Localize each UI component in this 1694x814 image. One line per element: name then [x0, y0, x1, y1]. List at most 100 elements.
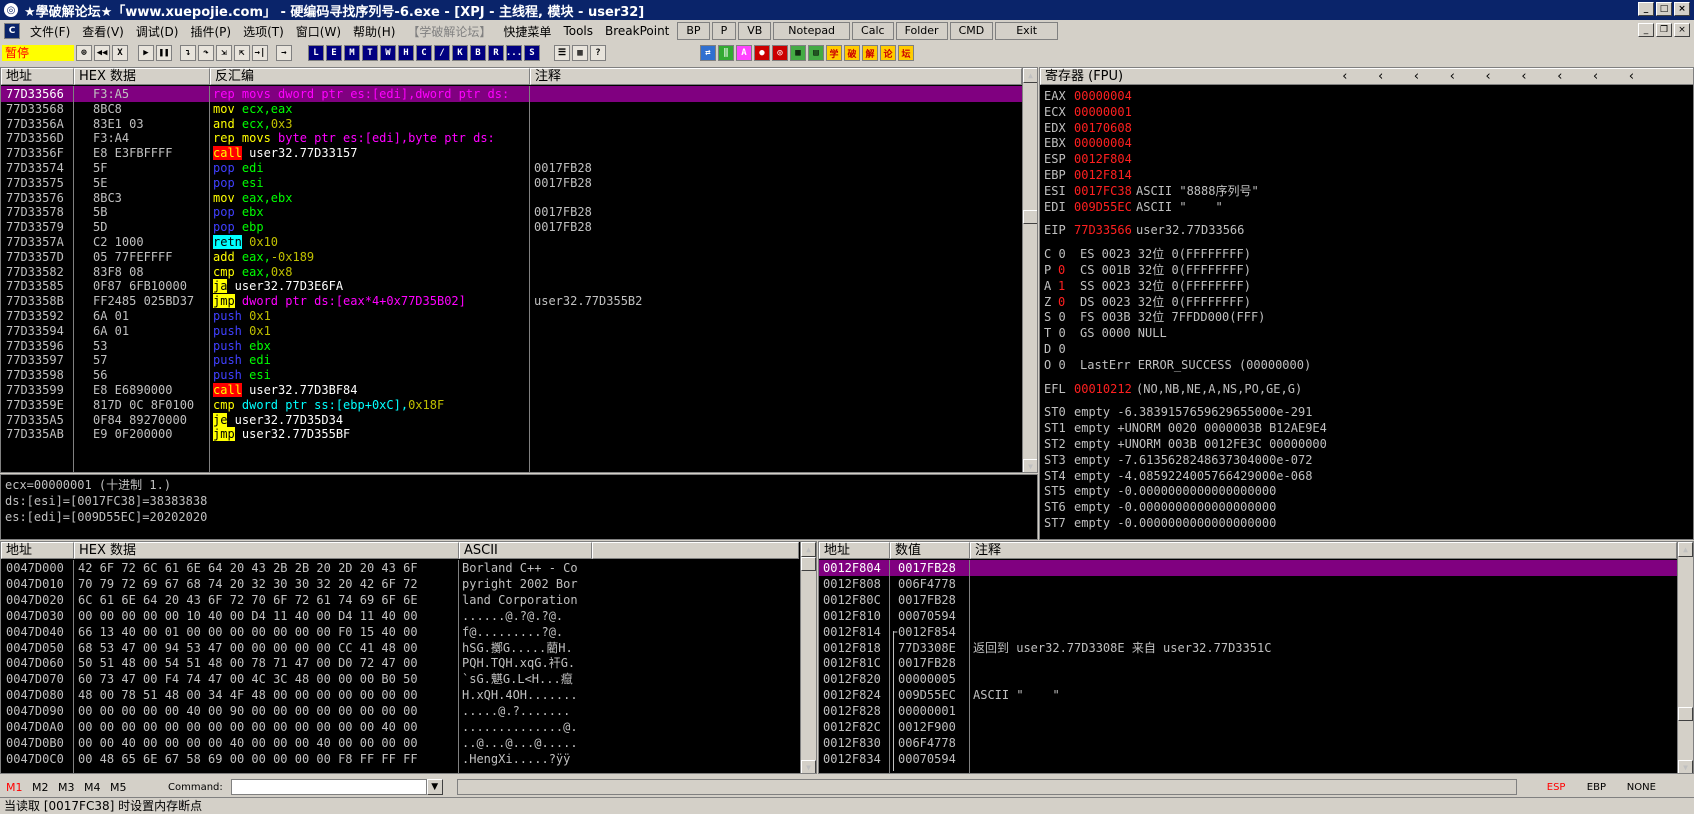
- threads-button[interactable]: T: [362, 45, 378, 61]
- stack-pane[interactable]: 地址 数值 注释 0012F804 0017FB28 0012F808 006F477…: [818, 541, 1694, 774]
- register-row[interactable]: ST1 empty +UNORM 0020 0000003B B12AE9E4: [1040, 421, 1693, 436]
- scroll-down-icon[interactable]: ▼: [1023, 459, 1037, 472]
- disasm-row[interactable]: 77D33578 5B pop ebx 0017FB28: [1, 204, 1022, 220]
- register-row[interactable]: ST4 empty -4.0859224005766429000e-068: [1040, 469, 1693, 484]
- goto-icon[interactable]: →: [276, 45, 292, 61]
- command-input[interactable]: [230, 779, 427, 795]
- dump-tab-m1[interactable]: M1: [6, 781, 32, 794]
- registers-pane[interactable]: 寄存器 (FPU) ‹‹‹‹‹‹‹‹‹ EAX 00000004 ECX 000000…: [1039, 67, 1694, 540]
- close-button[interactable]: ×: [1674, 2, 1690, 16]
- register-row[interactable]: EBX 00000004: [1040, 136, 1693, 151]
- disasm-row[interactable]: 77D33574 5F pop edi 0017FB28: [1, 160, 1022, 176]
- disasm-row[interactable]: 77D3356F E8 E3FBFFFF call user32.77D33157: [1, 145, 1022, 161]
- stack-header-value[interactable]: 数值: [890, 542, 970, 559]
- dump-row[interactable]: 0047D040 66 13 40 00 01 00 00 00 00 00 00…: [1, 624, 799, 640]
- register-row[interactable]: EDX 00170608: [1040, 121, 1693, 136]
- col-header-address[interactable]: 地址: [1, 68, 74, 85]
- chevron-down-icon[interactable]: ▼: [426, 779, 443, 795]
- register-row[interactable]: O 0 LastErr ERROR_SUCCESS (00000000): [1040, 358, 1693, 373]
- folder-button[interactable]: Folder: [895, 22, 948, 40]
- stack-row[interactable]: 0012F808 006F4778: [819, 576, 1677, 592]
- stack-row[interactable]: 0012F824 009D55EC ASCII " ": [819, 687, 1677, 703]
- register-row[interactable]: ESI 0017FC38 ASCII "8888序列号": [1040, 184, 1693, 199]
- scroll-up-icon[interactable]: ▲: [1678, 542, 1693, 557]
- dump-tab-m5[interactable]: M5: [110, 781, 160, 794]
- cmd-button[interactable]: CMD: [949, 22, 994, 40]
- register-value[interactable]: 0012F804: [1074, 152, 1132, 167]
- ebp-toggle[interactable]: EBP: [1587, 782, 1627, 793]
- call-stack-button[interactable]: K: [452, 45, 468, 61]
- stack-row[interactable]: 0012F804 0017FB28: [819, 560, 1677, 576]
- notepad-button[interactable]: Notepad: [773, 22, 851, 40]
- dump-row[interactable]: 0047D060 50 51 48 00 54 51 48 00 78 71 47…: [1, 655, 799, 671]
- stack-row[interactable]: 0012F82C 0012F900: [819, 719, 1677, 735]
- register-row[interactable]: ST7 empty -0.0000000000000000000: [1040, 516, 1693, 531]
- register-value[interactable]: 0: [1058, 295, 1065, 310]
- register-value[interactable]: 77D33566: [1074, 223, 1132, 238]
- disasm-row[interactable]: 77D33575 5E pop esi 0017FB28: [1, 175, 1022, 191]
- stack-header-address[interactable]: 地址: [819, 542, 890, 559]
- mdi-restore-button[interactable]: ❐: [1656, 23, 1672, 37]
- run-trace-button[interactable]: ...: [506, 45, 522, 61]
- stack-row[interactable]: 0012F818 77D3308E 返回到 user32.77D3308E 来自 u…: [819, 640, 1677, 656]
- mdi-minimize-button[interactable]: _: [1638, 23, 1654, 37]
- record-icon[interactable]: ●: [754, 45, 770, 61]
- bp-button[interactable]: BP: [677, 22, 710, 40]
- register-value[interactable]: 0: [1058, 263, 1065, 278]
- disasm-row[interactable]: 77D33599 E8 E6890000 call user32.77D3BF84: [1, 382, 1022, 398]
- menu-debug[interactable]: 调试(D): [130, 23, 185, 40]
- dump-scrollbar[interactable]: ▲ ▼: [800, 542, 816, 773]
- memory-button[interactable]: M: [344, 45, 360, 61]
- dump-row[interactable]: 0047D030 00 00 00 00 00 10 40 00 D4 11 40…: [1, 608, 799, 624]
- vb-button[interactable]: VB: [738, 22, 772, 40]
- dump-header-address[interactable]: 地址: [1, 542, 74, 559]
- stack-row[interactable]: 0012F830 006F4778: [819, 735, 1677, 751]
- disasm-row[interactable]: 77D33597 57 push edi: [1, 352, 1022, 368]
- stack-row[interactable]: 0012F834 00070594: [819, 751, 1677, 767]
- register-value[interactable]: 009D55EC: [1074, 200, 1132, 215]
- register-value[interactable]: 00010212: [1074, 382, 1132, 397]
- register-row[interactable]: ECX 00000001: [1040, 105, 1693, 120]
- menu-shortcut[interactable]: 快捷菜单: [497, 23, 557, 40]
- dump-row[interactable]: 0047D0B0 00 00 40 00 00 00 00 40 00 00 00…: [1, 735, 799, 751]
- target-icon[interactable]: ◎: [772, 45, 788, 61]
- dump-row[interactable]: 0047D080 48 00 78 51 48 00 34 4F 48 00 00…: [1, 687, 799, 703]
- pause-icon[interactable]: ❚❚: [156, 45, 172, 61]
- patches-button[interactable]: /: [434, 45, 450, 61]
- register-row[interactable]: ST6 empty -0.0000000000000000000: [1040, 500, 1693, 515]
- scroll-down-icon[interactable]: ▼: [1678, 760, 1693, 773]
- register-row[interactable]: C 0 ES 0023 32位 0(FFFFFFFF): [1040, 247, 1693, 262]
- help-icon[interactable]: ?: [590, 45, 606, 61]
- col-header-disasm[interactable]: 反汇编: [210, 68, 530, 85]
- disasm-row[interactable]: 77D33576 8BC3 mov eax,ebx: [1, 190, 1022, 206]
- references-button[interactable]: R: [488, 45, 504, 61]
- info-pane[interactable]: ecx=00000001 (十进制 1.) ds:[esi]=[0017FC38…: [0, 474, 1038, 540]
- scroll-thumb[interactable]: [1023, 210, 1037, 224]
- forum-tan-button[interactable]: 坛: [898, 45, 914, 61]
- stack-scrollbar[interactable]: ▲ ▼: [1677, 542, 1693, 773]
- scroll-up-icon[interactable]: ▲: [801, 542, 816, 557]
- dump-row[interactable]: 0047D050 68 53 47 00 94 53 47 00 00 00 00…: [1, 640, 799, 656]
- disasm-row[interactable]: 77D33594 6A 01 push 0x1: [1, 323, 1022, 339]
- col-header-hex[interactable]: HEX 数据: [74, 68, 210, 85]
- scroll-down-icon[interactable]: ▼: [801, 760, 816, 773]
- breakpoints-button[interactable]: B: [470, 45, 486, 61]
- register-value[interactable]: 00000001: [1074, 105, 1132, 120]
- execute-till-return-icon[interactable]: →|: [252, 45, 268, 61]
- stack-row[interactable]: 0012F828 00000001: [819, 703, 1677, 719]
- disasm-row[interactable]: 77D33566 F3:A5 rep movs dword ptr es:[edi]…: [1, 86, 1022, 102]
- stack-header-comment[interactable]: 注释: [970, 542, 1677, 559]
- register-row[interactable]: D 0: [1040, 342, 1693, 357]
- register-row[interactable]: ESP 0012F804: [1040, 152, 1693, 167]
- menu-plugins[interactable]: 插件(P): [184, 23, 237, 40]
- plugin-table-icon[interactable]: ▤: [808, 45, 824, 61]
- register-value[interactable]: 00000004: [1074, 89, 1132, 104]
- disasm-row[interactable]: 77D3356D F3:A4 rep movs byte ptr es:[edi],…: [1, 130, 1022, 146]
- exit-button[interactable]: Exit: [995, 22, 1059, 40]
- register-row[interactable]: T 0 GS 0000 NULL: [1040, 326, 1693, 341]
- register-value[interactable]: 1: [1058, 279, 1065, 294]
- menu-breakpoint[interactable]: BreakPoint: [599, 24, 675, 38]
- stack-row[interactable]: 0012F81C 0017FB28: [819, 655, 1677, 671]
- dump-row[interactable]: 0047D0A0 00 00 00 00 00 00 00 00 00 00 00…: [1, 719, 799, 735]
- stack-row[interactable]: 0012F820 00000005: [819, 671, 1677, 687]
